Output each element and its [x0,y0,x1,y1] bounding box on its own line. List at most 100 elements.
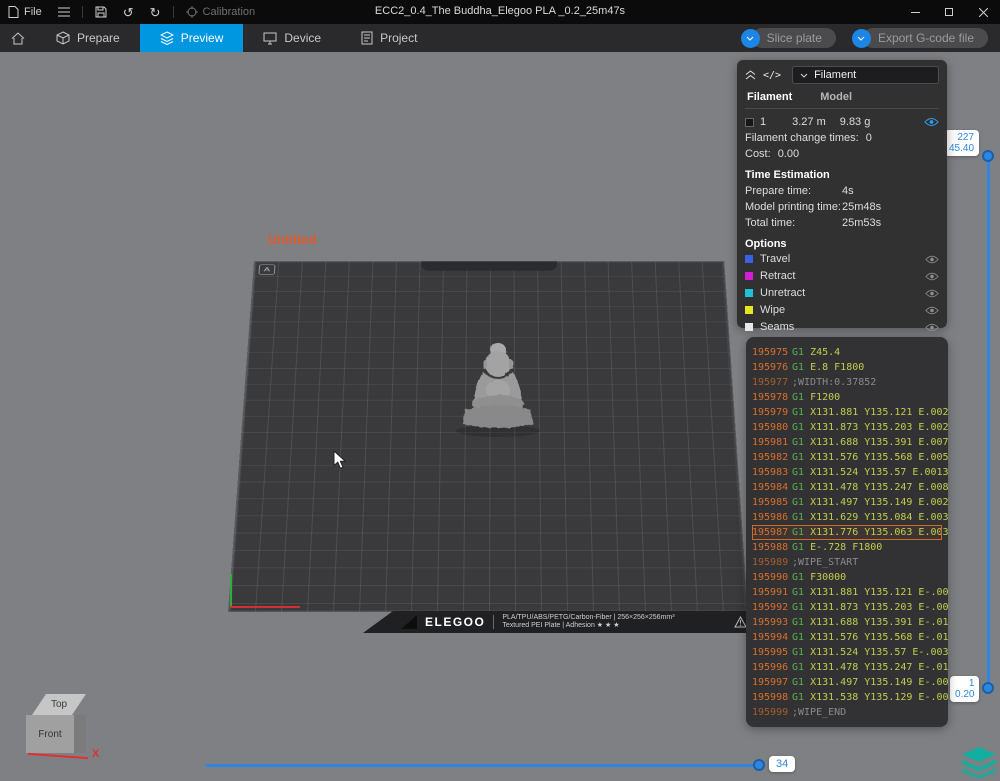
filament-visibility-eye-icon[interactable] [924,117,939,127]
filament-change-times-row: Filament change times: 0 [745,132,939,144]
gcode-line[interactable]: 195999;WIPE_END [752,705,942,720]
tab-preview-label: Preview [181,31,224,45]
window-controls [898,0,1000,24]
export-dropdown-button[interactable] [852,29,871,48]
gcode-line[interactable]: 195977;WIDTH:0.37852 [752,375,942,390]
home-icon [11,32,25,45]
maximize-button[interactable] [932,0,966,24]
unretract-label: Unretract [760,287,805,299]
legend-header: </> Filament [745,65,939,85]
layer-slider-bottom-handle[interactable] [982,682,994,694]
preview-legend-panel: </> Filament Filament Model 1 3.27 m 9.8… [737,60,947,328]
close-button[interactable] [966,0,1000,24]
gcode-line[interactable]: 195998G1 X131.538 Y135.129 E-.00277 [752,690,942,705]
wipe-label: Wipe [760,304,785,316]
seams-eye-icon[interactable] [925,323,939,332]
file-menu-button[interactable]: File [0,0,50,24]
plate-title[interactable]: Untitled [268,232,316,247]
undo-button[interactable]: ↺ [115,0,142,24]
wipe-eye-icon[interactable] [925,306,939,315]
save-button[interactable] [87,0,115,24]
gcode-line[interactable]: 195992G1 X131.873 Y135.203 E-.00495 [752,600,942,615]
gcode-line[interactable]: 195996G1 X131.478 Y135.247 E-.01959 [752,660,942,675]
unretract-eye-icon[interactable] [925,289,939,298]
gcode-line[interactable]: 195982G1 X131.576 Y135.568 E.00555 [752,450,942,465]
retract-color-swatch [745,272,753,280]
gcode-line[interactable]: 195975G1 Z45.4 [752,345,942,360]
redo-button[interactable]: ↻ [142,0,169,24]
layer-slider-bottom-label: 1 0.20 [950,676,979,702]
option-row-travel[interactable]: Travel [745,251,939,267]
gcode-line[interactable]: 195978G1 F1200 [752,390,942,405]
gcode-line[interactable]: 195976G1 E.8 F1800 [752,360,942,375]
gcode-line[interactable]: 195983G1 X131.524 Y135.57 E.00139 [752,465,942,480]
cube-face-right[interactable] [74,715,86,753]
navbar: Prepare Preview Device Project Slice pla… [0,24,1000,52]
travel-eye-icon[interactable] [925,255,939,264]
home-button[interactable] [0,24,36,52]
filament-row: 1 3.27 m 9.83 g [745,116,939,128]
plate-spec-bottom: Textured PEI Plate | Adhesion ★ ★ ★ [502,622,619,629]
step-slider-track[interactable] [205,764,758,767]
view-mode-dropdown[interactable]: Filament [792,66,939,84]
calibration-button[interactable]: Calibration [178,0,264,24]
plate-spec-top: PLA/TPU/ABS/PETG/Carbon-Fiber | 256×256×… [502,614,674,621]
gcode-line[interactable]: 195994G1 X131.576 Y135.568 E-.01254 [752,630,942,645]
gcode-line[interactable]: 195993G1 X131.688 Y135.391 E-.01584 [752,615,942,630]
gcode-line[interactable]: 195997G1 X131.497 Y135.149 E-.00597 [752,675,942,690]
filament-color-swatch [745,118,754,127]
tab-device[interactable]: Device [243,24,341,52]
gcode-line[interactable]: 195995G1 X131.524 Y135.57 E-.00315 [752,645,942,660]
cube-face-top[interactable]: Top [32,694,86,715]
gcode-line[interactable]: 195981G1 X131.688 Y135.391 E.007 [752,435,942,450]
viewport-3d[interactable]: Untitled A ELEGOO PLA/TPU/ABS/PETG/Carbo… [0,52,1000,781]
plate-brand-label: ELEGOO [425,615,485,629]
layer-slider-track[interactable] [987,152,990,690]
x-axis-line [28,753,88,759]
toolbar-divider [82,6,83,18]
recent-list-button[interactable] [50,0,78,24]
gcode-lines: 195975G1 Z45.4195976G1 E.8 F1800195977;W… [752,345,942,720]
tab-project[interactable]: Project [341,24,437,52]
collapse-panel-icon[interactable] [745,70,756,80]
elegoo-logo-icon [962,746,996,778]
layer-slider-top-handle[interactable] [982,150,994,162]
list-icon [58,7,70,17]
seams-label: Seams [760,321,794,333]
gcode-line[interactable]: 195988G1 E-.728 F1800 [752,540,942,555]
prepare-icon [56,31,70,45]
tab-prepare[interactable]: Prepare [36,24,140,52]
slice-plate-button[interactable]: Slice plate [752,28,836,48]
gcode-line[interactable]: 195979G1 X131.881 Y135.121 E.00242 [752,405,942,420]
gcode-line[interactable]: 195984G1 X131.478 Y135.247 E.00866 [752,480,942,495]
prepare-time-row: Prepare time: 4s [745,185,939,197]
option-row-unretract[interactable]: Unretract [745,285,939,301]
option-row-seams[interactable]: Seams [745,319,939,335]
model-buddha[interactable] [452,338,544,438]
gcode-line[interactable]: 195987G1 X131.776 Y135.063 E.00394 [752,525,942,540]
calibration-icon [186,6,198,18]
option-row-wipe[interactable]: Wipe [745,302,939,318]
gcode-line[interactable]: 195985G1 X131.497 Y135.149 E.00264 [752,495,942,510]
cube-face-front[interactable]: Front [26,715,74,753]
legend-tab-model[interactable]: Model [820,91,852,103]
device-icon [263,32,277,45]
gcode-line[interactable]: 195986G1 X131.629 Y135.084 E.00392 [752,510,942,525]
gcode-line[interactable]: 195991G1 X131.881 Y135.121 E-.00718 [752,585,942,600]
slice-dropdown-button[interactable] [741,29,760,48]
strip-divider [493,615,494,629]
plate-spec-text: PLA/TPU/ABS/PETG/Carbon-Fiber | 256×256×… [502,614,674,630]
gcode-line[interactable]: 195980G1 X131.873 Y135.203 E.00219 [752,420,942,435]
gcode-line[interactable]: 195989;WIPE_START [752,555,942,570]
step-slider-handle[interactable] [753,759,765,771]
minimize-button[interactable] [898,0,932,24]
preview-icon [160,31,174,45]
tab-preview[interactable]: Preview [140,24,244,52]
export-gcode-button[interactable]: Export G-code file [863,28,988,48]
gcode-line[interactable]: 195990G1 F30000 [752,570,942,585]
gcode-window-toggle-icon[interactable]: </> [763,70,781,81]
legend-tab-filament[interactable]: Filament [747,91,792,103]
retract-eye-icon[interactable] [925,272,939,281]
option-row-retract[interactable]: Retract [745,268,939,284]
bottom-layer-height: 0.20 [955,689,974,700]
